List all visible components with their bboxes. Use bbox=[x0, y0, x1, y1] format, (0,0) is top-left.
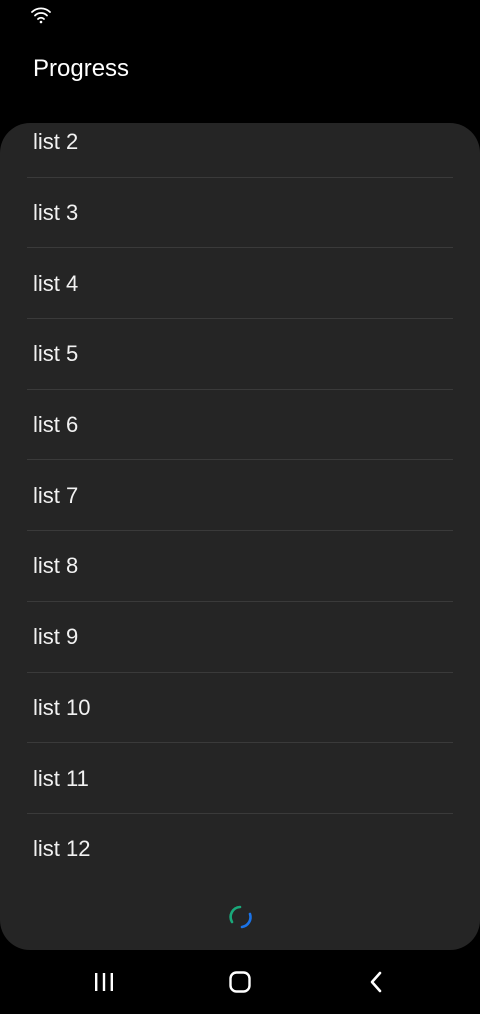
list-item-label: list 4 bbox=[33, 270, 79, 296]
recent-apps-button[interactable] bbox=[84, 964, 124, 1000]
list-item[interactable]: list 11 bbox=[0, 743, 480, 814]
list-item[interactable]: list 9 bbox=[0, 602, 480, 673]
list-item-label: list 8 bbox=[33, 553, 79, 579]
page-title: Progress bbox=[33, 55, 130, 82]
home-icon bbox=[229, 971, 251, 993]
list-container[interactable]: list 2 list 3 list 4 list 5 list 6 list … bbox=[0, 123, 480, 885]
progress-spinner-icon bbox=[229, 905, 252, 929]
list-item-label: list 2 bbox=[33, 129, 79, 155]
list-item-label: list 3 bbox=[33, 200, 79, 226]
home-button[interactable] bbox=[220, 964, 260, 1000]
list-item-label: list 6 bbox=[33, 412, 79, 438]
list-item[interactable]: list 12 bbox=[0, 814, 480, 885]
status-bar bbox=[0, 0, 480, 32]
back-icon bbox=[370, 971, 382, 993]
list-card: list 2 list 3 list 4 list 5 list 6 list … bbox=[0, 123, 480, 950]
list-item[interactable]: list 5 bbox=[0, 319, 480, 390]
list-item[interactable]: list 7 bbox=[0, 460, 480, 532]
list-item-label: list 11 bbox=[33, 765, 89, 791]
back-button[interactable] bbox=[356, 964, 396, 1000]
list-item[interactable]: list 4 bbox=[0, 248, 480, 320]
list-item[interactable]: list 6 bbox=[0, 390, 480, 461]
wifi-icon bbox=[31, 7, 51, 24]
list-item-label: list 7 bbox=[33, 482, 79, 508]
navigation-bar bbox=[0, 950, 480, 1014]
list-item-label: list 12 bbox=[33, 836, 91, 862]
recent-apps-icon bbox=[95, 973, 113, 991]
list-item[interactable]: list 10 bbox=[0, 673, 480, 744]
list-item[interactable]: list 3 bbox=[0, 178, 480, 249]
list-item-label: list 5 bbox=[33, 341, 79, 367]
list-item[interactable]: list 2 bbox=[0, 123, 480, 178]
list-item-label: list 10 bbox=[33, 694, 91, 720]
list-item[interactable]: list 8 bbox=[0, 531, 480, 602]
list-item-label: list 9 bbox=[33, 624, 79, 650]
